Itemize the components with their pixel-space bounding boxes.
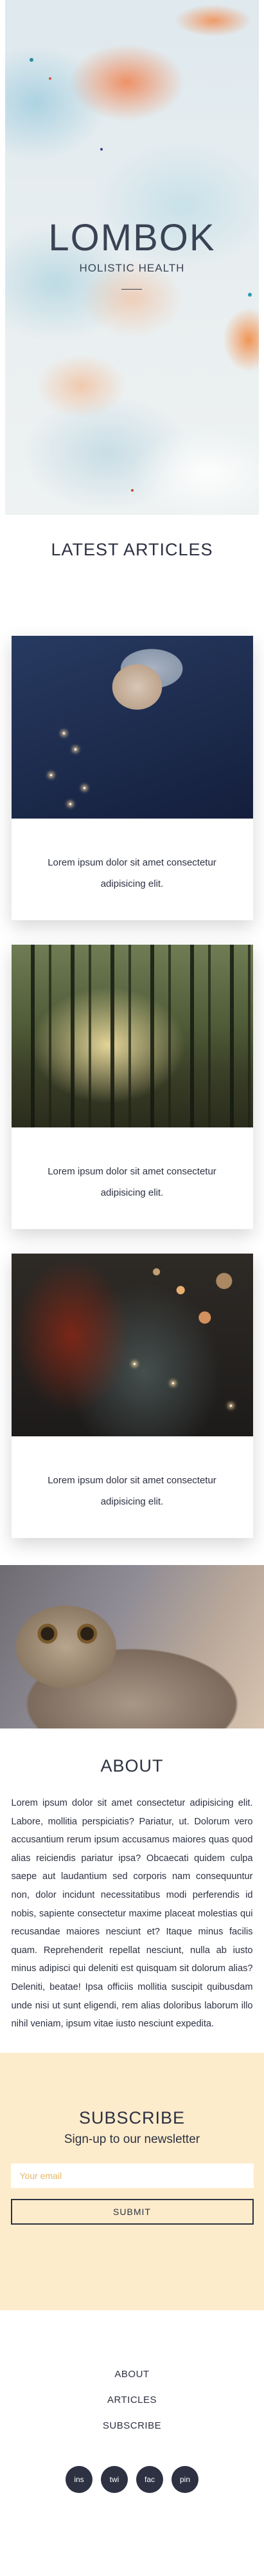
footer-nav: ABOUT ARTICLES SUBSCRIBE [0, 2362, 264, 2439]
subscribe-subtitle: Sign-up to our newsletter [64, 2132, 200, 2146]
site-title: LOMBOK [48, 217, 216, 259]
facebook-icon[interactable]: fac [136, 2465, 163, 2493]
article-card[interactable]: Lorem ipsum dolor sit amet consectetur a… [11, 636, 253, 920]
sparkle [229, 1405, 232, 1407]
about-text: Lorem ipsum dolor sit amet consectetur a… [11, 1798, 253, 2030]
paint-speck [100, 148, 103, 151]
social-links: ins twi fac pin [0, 2465, 264, 2493]
article-excerpt: Lorem ipsum dolor sit amet consectetur a… [48, 857, 216, 889]
hero-banner: LOMBOK HOLISTIC HEALTH [5, 0, 259, 515]
about-heading: ABOUT [100, 1756, 164, 1775]
sparkle [172, 1382, 174, 1384]
instagram-icon[interactable]: ins [66, 2465, 92, 2493]
sparkle [74, 748, 76, 750]
footer-link-about[interactable]: ABOUT [0, 2362, 264, 2387]
footer-link-subscribe[interactable]: SUBSCRIBE [0, 2413, 264, 2439]
subscribe-section: SUBSCRIBE Sign-up to our newsletter SUBM… [0, 2052, 264, 2310]
paint-speck [248, 293, 252, 297]
article-image[interactable] [11, 636, 253, 819]
title-divider [121, 289, 142, 290]
pinterest-icon[interactable]: pin [172, 2465, 198, 2493]
latest-articles-heading: LATEST ARTICLES [51, 540, 213, 559]
submit-button[interactable]: SUBMIT [10, 2198, 254, 2225]
article-image[interactable] [11, 945, 253, 1127]
article-image[interactable] [11, 1254, 253, 1436]
sparkle [62, 732, 65, 734]
sparkle [49, 774, 52, 776]
subscribe-heading: SUBSCRIBE [78, 2108, 186, 2127]
footer: ABOUT ARTICLES SUBSCRIBE ins twi fac pin [0, 2310, 264, 2521]
paint-speck [30, 58, 33, 62]
sparkle [83, 787, 85, 789]
paint-speck [131, 489, 134, 492]
article-card[interactable]: Lorem ipsum dolor sit amet consectetur a… [11, 1254, 253, 1538]
article-card[interactable]: Lorem ipsum dolor sit amet consectetur a… [11, 945, 253, 1229]
sparkle [133, 1363, 136, 1365]
footer-link-articles[interactable]: ARTICLES [0, 2387, 264, 2413]
twitter-icon[interactable]: twi [101, 2465, 128, 2493]
site-tagline: HOLISTIC HEALTH [79, 262, 185, 274]
email-input[interactable] [10, 2163, 254, 2188]
article-excerpt: Lorem ipsum dolor sit amet consectetur a… [48, 1475, 216, 1507]
article-excerpt: Lorem ipsum dolor sit amet consectetur a… [48, 1166, 216, 1198]
sparkle [69, 803, 71, 805]
paint-speck [49, 77, 51, 80]
cat-banner-image [0, 1565, 264, 1728]
